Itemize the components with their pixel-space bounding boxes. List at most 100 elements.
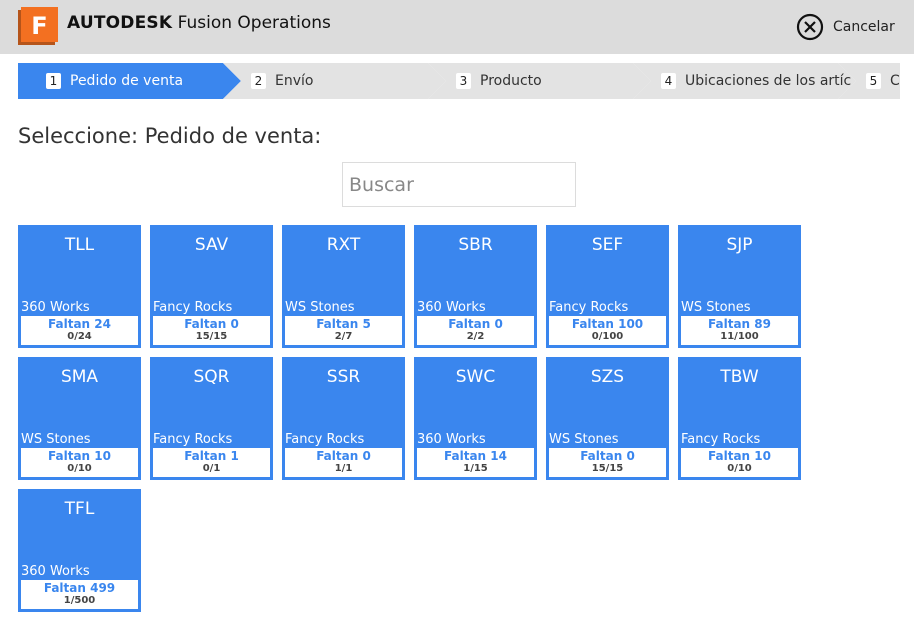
- step-label: Pedido de venta: [70, 73, 184, 89]
- brand-autodesk: AUTODESK: [67, 13, 173, 33]
- order-tile-szs[interactable]: SZS WS Stones Faltan 0 15/15: [546, 357, 669, 480]
- order-quantity: 15/15: [195, 331, 228, 342]
- order-customer: WS Stones: [549, 432, 619, 447]
- order-tile-sbr[interactable]: SBR 360 Works Faltan 0 2/2: [414, 225, 537, 348]
- page-title: Seleccione: Pedido de venta:: [18, 124, 322, 148]
- order-customer: WS Stones: [285, 300, 355, 315]
- order-code: SJP: [726, 235, 753, 255]
- order-pending: Faltan 89: [708, 317, 771, 331]
- order-code: SMA: [60, 367, 99, 387]
- order-quantity: 0/24: [67, 331, 92, 342]
- order-pending: Faltan 0: [580, 449, 635, 463]
- step-label: Ubicaciones de los artíc: [685, 73, 852, 89]
- order-customer: WS Stones: [21, 432, 91, 447]
- step-number: 3: [456, 73, 471, 89]
- order-quantity: 1/15: [463, 463, 488, 474]
- order-tile-sqr[interactable]: SQR Fancy Rocks Faltan 1 0/1: [150, 357, 273, 480]
- order-tile-sef[interactable]: SEF Fancy Rocks Faltan 100 0/100: [546, 225, 669, 348]
- order-code: SZS: [590, 367, 625, 387]
- order-pending: Faltan 10: [48, 449, 111, 463]
- order-pending: Faltan 10: [708, 449, 771, 463]
- step-number: 2: [251, 73, 266, 89]
- order-quantity: 15/15: [591, 463, 624, 474]
- order-tile-tll[interactable]: TLL 360 Works Faltan 24 0/24: [18, 225, 141, 348]
- order-status-box: Faltan 10 0/10: [21, 448, 138, 477]
- order-pending: Faltan 14: [444, 449, 507, 463]
- order-pending: Faltan 1: [184, 449, 239, 463]
- order-status-box: Faltan 0 1/1: [285, 448, 402, 477]
- step-pedido-de-venta[interactable]: 1 Pedido de venta: [18, 63, 241, 99]
- cancel-label: Cancelar: [833, 19, 895, 35]
- order-tile-ssr[interactable]: SSR Fancy Rocks Faltan 0 1/1: [282, 357, 405, 480]
- order-tile-swc[interactable]: SWC 360 Works Faltan 14 1/15: [414, 357, 537, 480]
- step-envio[interactable]: 2 Envío: [223, 63, 446, 99]
- order-pending: Faltan 5: [316, 317, 371, 331]
- order-code: SSR: [326, 367, 361, 387]
- close-circle-icon: [796, 13, 824, 41]
- order-pending: Faltan 0: [316, 449, 371, 463]
- step-label: Producto: [480, 73, 542, 89]
- order-status-box: Faltan 89 11/100: [681, 316, 798, 345]
- order-quantity: 0/10: [727, 463, 752, 474]
- order-status-box: Faltan 499 1/500: [21, 580, 138, 609]
- order-quantity: 1/1: [334, 463, 353, 474]
- order-status-box: Faltan 100 0/100: [549, 316, 666, 345]
- order-customer: 360 Works: [21, 564, 90, 579]
- order-customer: Fancy Rocks: [681, 432, 761, 447]
- order-quantity: 2/2: [466, 331, 485, 342]
- order-code: SWC: [455, 367, 496, 387]
- order-quantity: 0/100: [591, 331, 624, 342]
- order-status-box: Faltan 5 2/7: [285, 316, 402, 345]
- order-pending: Faltan 24: [48, 317, 111, 331]
- order-quantity: 2/7: [334, 331, 353, 342]
- cancel-button[interactable]: Cancelar: [796, 13, 895, 41]
- order-quantity: 0/10: [67, 463, 92, 474]
- brand-title: AUTODESK Fusion Operations: [67, 13, 331, 33]
- order-code: SAV: [194, 235, 229, 255]
- app-header: F AUTODESK Fusion Operations Cancelar: [0, 0, 914, 54]
- order-customer: Fancy Rocks: [153, 432, 233, 447]
- logo-letter: F: [31, 12, 47, 40]
- order-pending: Faltan 100: [571, 317, 644, 331]
- order-tile-sav[interactable]: SAV Fancy Rocks Faltan 0 15/15: [150, 225, 273, 348]
- order-customer: 360 Works: [21, 300, 90, 315]
- order-customer: WS Stones: [681, 300, 751, 315]
- order-code: SQR: [193, 367, 230, 387]
- step-ubicaciones[interactable]: 4 Ubicaciones de los artíc: [633, 63, 856, 99]
- order-tile-tbw[interactable]: TBW Fancy Rocks Faltan 10 0/10: [678, 357, 801, 480]
- order-customer: Fancy Rocks: [549, 300, 629, 315]
- order-customer: Fancy Rocks: [285, 432, 365, 447]
- order-tile-sma[interactable]: SMA WS Stones Faltan 10 0/10: [18, 357, 141, 480]
- order-tile-tfl[interactable]: TFL 360 Works Faltan 499 1/500: [18, 489, 141, 612]
- order-quantity: 1/500: [63, 595, 96, 606]
- brand-product: Fusion Operations: [177, 13, 331, 33]
- step-label: Envío: [275, 73, 314, 89]
- order-code: SEF: [591, 235, 624, 255]
- order-customer: Fancy Rocks: [153, 300, 233, 315]
- order-code: SBR: [458, 235, 493, 255]
- order-tile-rxt[interactable]: RXT WS Stones Faltan 5 2/7: [282, 225, 405, 348]
- order-status-box: Faltan 0 15/15: [153, 316, 270, 345]
- order-customer: 360 Works: [417, 300, 486, 315]
- order-quantity: 11/100: [720, 331, 759, 342]
- order-pending: Faltan 0: [448, 317, 503, 331]
- step-number: 4: [661, 73, 676, 89]
- step-label: Co: [890, 73, 900, 89]
- order-code: TLL: [64, 235, 95, 255]
- step-producto[interactable]: 3 Producto: [428, 63, 651, 99]
- order-pending: Faltan 0: [184, 317, 239, 331]
- order-code: TBW: [720, 367, 759, 387]
- step-number: 1: [46, 73, 61, 89]
- order-status-box: Faltan 14 1/15: [417, 448, 534, 477]
- wizard-stepper: 1 Pedido de venta 2 Envío 3 Producto 4 U…: [18, 63, 900, 99]
- order-code: RXT: [326, 235, 361, 255]
- order-code: TFL: [64, 499, 95, 519]
- fusion-logo-icon: F: [18, 7, 58, 45]
- order-status-box: Faltan 0 15/15: [549, 448, 666, 477]
- order-status-box: Faltan 0 2/2: [417, 316, 534, 345]
- order-status-box: Faltan 1 0/1: [153, 448, 270, 477]
- step-number: 5: [866, 73, 881, 89]
- search-input[interactable]: [342, 162, 576, 207]
- order-pending: Faltan 499: [43, 581, 116, 595]
- order-tile-sjp[interactable]: SJP WS Stones Faltan 89 11/100: [678, 225, 801, 348]
